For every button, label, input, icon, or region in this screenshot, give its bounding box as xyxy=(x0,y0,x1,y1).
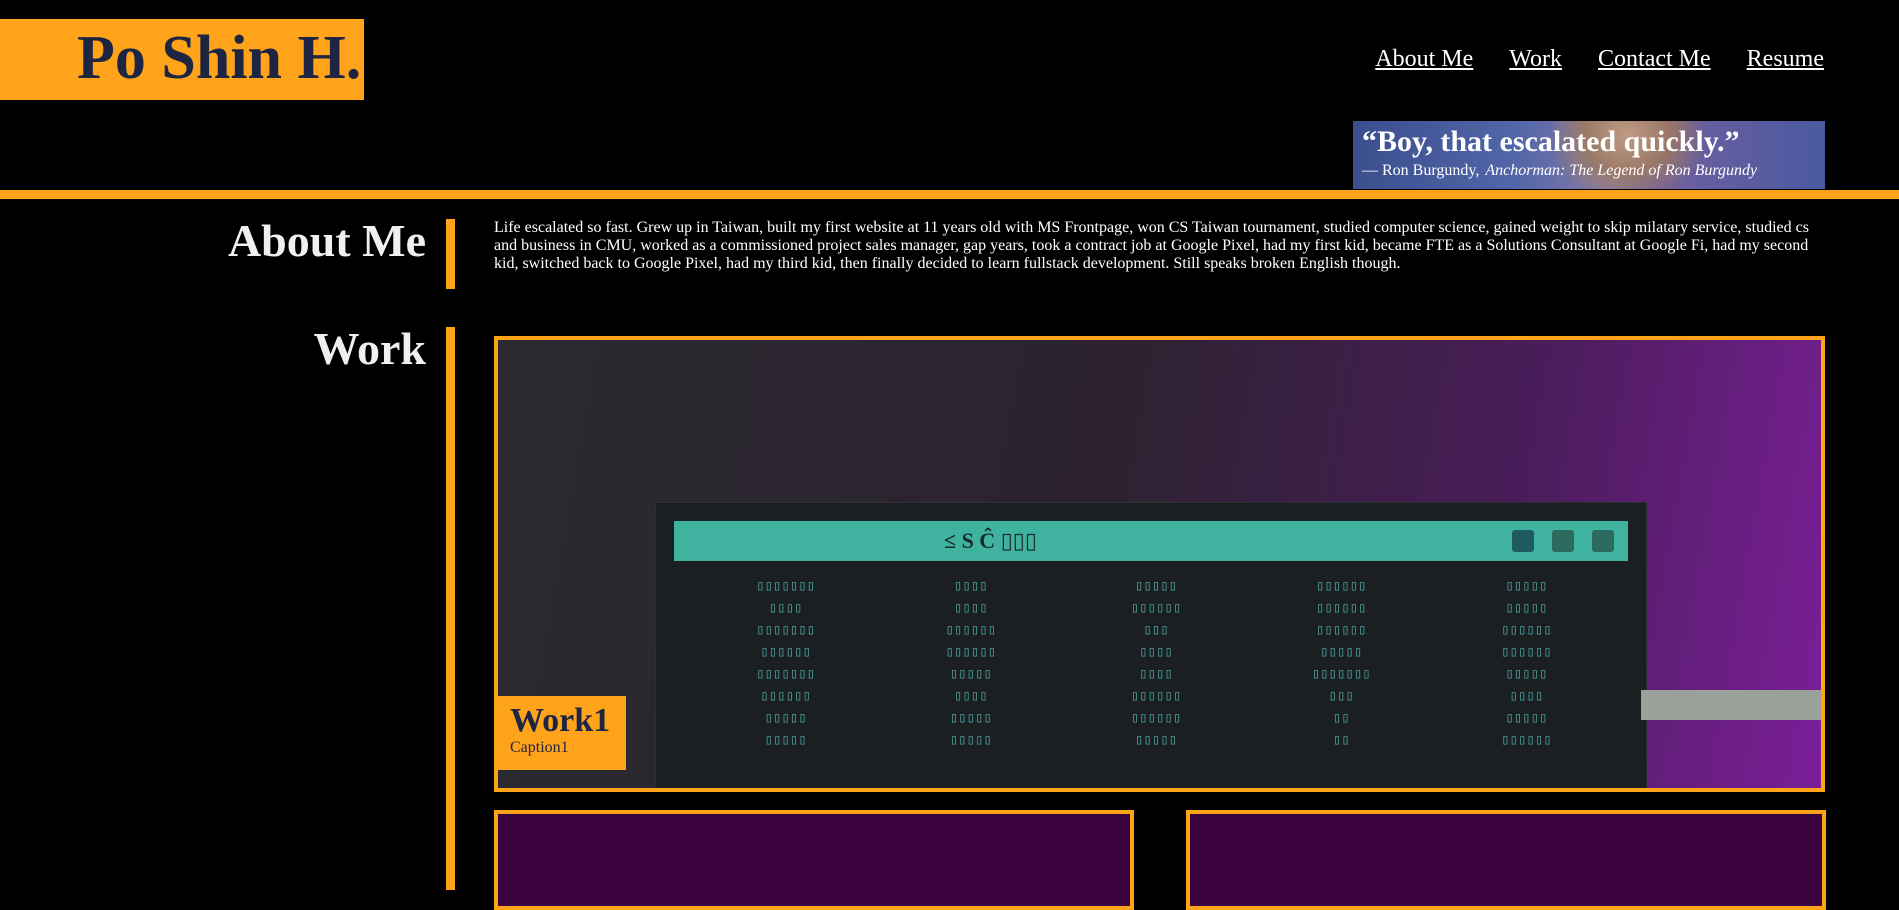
logo-text: Po Shin H. xyxy=(77,24,362,92)
monitor-app-icon xyxy=(1512,530,1534,552)
about-me-text: Life escalated so fast. Grew up in Taiwa… xyxy=(494,219,1809,272)
work-caption-subtitle: Caption1 xyxy=(510,739,569,756)
nav-link-resume[interactable]: Resume xyxy=(1747,46,1824,73)
nav-link-work[interactable]: Work xyxy=(1509,46,1562,73)
header-divider xyxy=(0,190,1899,199)
quote-attribution: — Ron Burgundy, Anchorman: The Legend of … xyxy=(1362,162,1757,180)
work-accent-bar xyxy=(446,327,455,890)
logo[interactable]: Po Shin H. xyxy=(0,19,364,100)
work-image-monitor: ≤ S Ĉ ▯▯▯ ▯▯▯▯▯▯▯ ▯▯▯▯ ▯▯▯▯▯▯▯ ▯▯▯▯▯▯ ▯▯▯▯▯▯… xyxy=(655,502,1647,788)
nav-link-contact-me[interactable]: Contact Me xyxy=(1598,46,1711,73)
quote-text: “Boy, that escalated quickly.” xyxy=(1362,125,1740,158)
work-caption: Work1 Caption1 xyxy=(498,696,626,770)
quote-author: — Ron Burgundy, xyxy=(1362,162,1480,179)
monitor-app-icon xyxy=(1592,530,1614,552)
work-card-featured[interactable]: ≤ S Ĉ ▯▯▯ ▯▯▯▯▯▯▯ ▯▯▯▯ ▯▯▯▯▯▯▯ ▯▯▯▯▯▯ ▯▯▯▯▯▯… xyxy=(494,336,1825,792)
monitor-screen-text: ▯▯▯▯▯▯▯ ▯▯▯▯ ▯▯▯▯▯▯▯ ▯▯▯▯▯▯ ▯▯▯▯▯▯▯ ▯▯▯▯▯▯ ▯▯▯… xyxy=(756,578,1552,748)
monitor-app-icon xyxy=(1552,530,1574,552)
work-card-right[interactable] xyxy=(1186,810,1826,910)
quote-banner: “Boy, that escalated quickly.” — Ron Bur… xyxy=(1353,121,1825,189)
monitor-toolbar: ≤ S Ĉ ▯▯▯ xyxy=(674,521,1628,561)
nav-link-about-me[interactable]: About Me xyxy=(1375,46,1473,73)
work-title: Work xyxy=(313,323,426,374)
work-card-left[interactable] xyxy=(494,810,1134,910)
about-me-accent-bar xyxy=(446,219,455,289)
quote-source: Anchorman: The Legend of Ron Burgundy xyxy=(1485,162,1758,179)
main-nav: About Me Work Contact Me Resume xyxy=(1375,46,1824,73)
work-caption-title: Work1 xyxy=(510,702,611,739)
about-me-title: About Me xyxy=(227,215,426,266)
